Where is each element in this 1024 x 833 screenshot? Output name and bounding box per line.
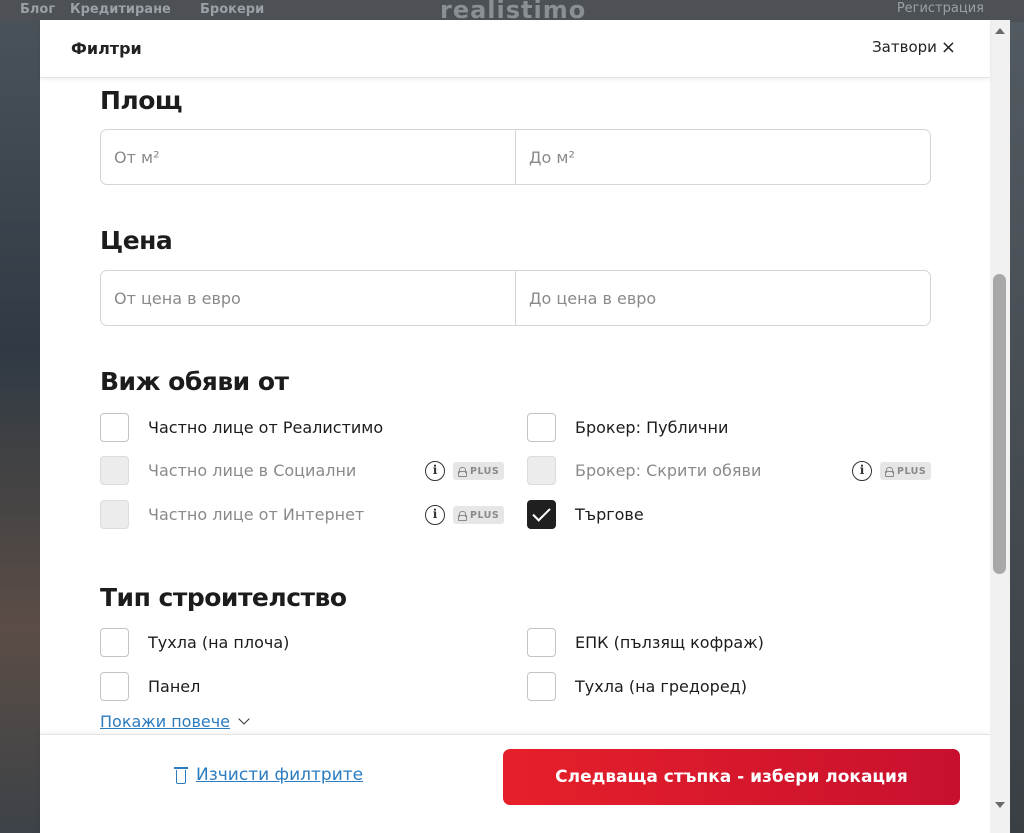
checkbox-label: Частно лице от Реалистимо [148,418,384,437]
plus-badge: PLUS [880,462,932,480]
area-range [100,129,931,185]
show-more-label: Покажи повече [100,712,231,731]
checkbox-label: Панел [148,677,201,696]
checkbox-label: Брокер: Публични [575,418,729,437]
plus-badge-label: PLUS [470,465,500,477]
price-from-input[interactable] [101,271,515,325]
background-nav-item: Кредитиране [70,2,171,17]
scrollbar-thumb[interactable] [993,274,1006,574]
area-section-title: Площ [100,86,183,115]
clear-filters-button[interactable]: Изчисти филтрите [174,765,363,785]
option-private-realistimo[interactable]: Частно лице от Реалистимо [100,413,383,442]
checkbox-label: Частно лице от Интернет [148,505,365,524]
option-private-internet: Частно лице от Интернет [100,500,364,529]
option-epk[interactable]: ЕПК (пълзящ кофраж) [527,628,764,657]
construction-section-title: Тип строителство [100,583,347,612]
checkbox[interactable] [100,628,129,657]
background-page-left [0,22,40,833]
clear-filters-label: Изчисти филтрите [196,765,364,785]
lock-icon [458,510,467,521]
checkbox-label: Търгове [575,505,644,524]
scroll-down-arrow-icon[interactable] [995,802,1005,808]
background-nav-item: Брокери [200,2,265,17]
modal-header: Филтри Затвори × [40,20,990,78]
show-more-link[interactable]: Покажи повече [100,712,250,731]
plus-badge-label: PLUS [897,465,927,477]
checkbox-label: Тухла (на плоча) [148,633,290,652]
modal-title: Филтри [71,39,142,58]
info-icon[interactable]: i [425,505,445,525]
background-register: Регистрация [896,1,984,16]
option-brick-slab[interactable]: Тухла (на плоча) [100,628,289,657]
next-step-button[interactable]: Следваща стъпка - избери локация [503,749,960,805]
scroll-up-arrow-icon[interactable] [995,28,1005,34]
checkbox[interactable] [100,672,129,701]
checkbox-checked[interactable] [527,500,556,529]
background-nav-item: Блог [20,2,56,17]
checkbox-disabled [100,500,129,529]
option-broker-hidden: Брокер: Скрити обяви [527,456,761,485]
price-section-title: Цена [100,226,173,255]
trash-icon [174,765,188,785]
lock-icon [458,466,467,477]
area-from-input[interactable] [101,130,515,184]
price-to-input[interactable] [516,271,930,325]
checkbox[interactable] [527,672,556,701]
area-to-input[interactable] [516,130,930,184]
filters-modal: Филтри Затвори × Площ Цена Виж обяви от … [40,20,990,833]
checkbox-label: Брокер: Скрити обяви [575,461,762,480]
info-icon[interactable]: i [425,461,445,481]
checkbox-label: Частно лице в Социални [148,461,357,480]
close-label: Затвори [872,38,937,56]
lock-icon [885,466,894,477]
background-page-right [1010,22,1024,833]
background-topbar: Блог Кредитиране Брокери realistimo Реги… [0,0,1024,24]
filters-content: Площ Цена Виж обяви от Частно лице от Ре… [40,78,990,734]
option-panel[interactable]: Панел [100,672,200,701]
scrollbar[interactable] [990,20,1010,833]
plus-badge: PLUS [453,506,505,524]
option-brick-joist[interactable]: Тухла (на гредоред) [527,672,747,701]
checkbox[interactable] [100,413,129,442]
info-icon[interactable]: i [852,461,872,481]
checkbox-disabled [100,456,129,485]
checkbox[interactable] [527,413,556,442]
option-private-social: Частно лице в Социални [100,456,356,485]
checkbox-disabled [527,456,556,485]
chevron-down-icon [238,713,250,725]
checkbox-label: ЕПК (пълзящ кофраж) [575,633,764,652]
option-broker-public[interactable]: Брокер: Публични [527,413,728,442]
plus-badge-label: PLUS [470,509,500,521]
plus-badge: PLUS [453,462,505,480]
modal-footer: Изчисти филтрите Следваща стъпка - избер… [40,734,990,833]
listings-from-section-title: Виж обяви от [100,367,289,396]
checkbox[interactable] [527,628,556,657]
checkbox-label: Тухла (на гредоред) [575,677,747,696]
price-range [100,270,931,326]
close-icon: × [940,36,956,58]
option-auctions[interactable]: Търгове [527,500,644,529]
close-button[interactable]: Затвори × [872,38,956,56]
